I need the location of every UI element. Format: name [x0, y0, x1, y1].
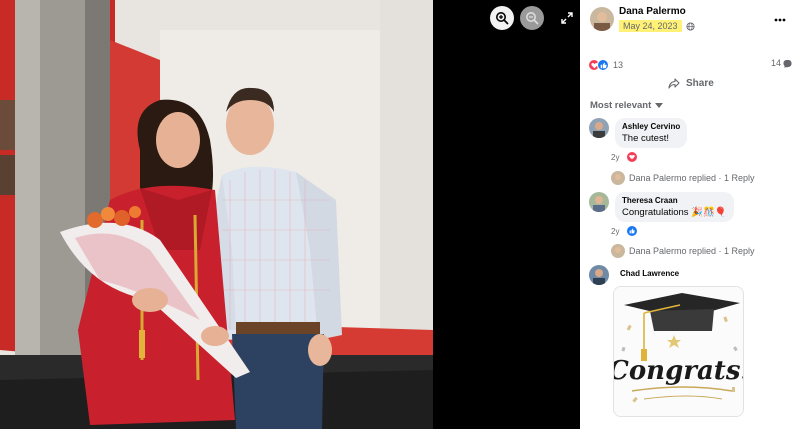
more-options-button[interactable] — [771, 11, 789, 29]
zoom-in-button[interactable] — [490, 6, 514, 30]
commenter-avatar[interactable] — [589, 118, 609, 138]
view-replies-link[interactable]: Dana Palermo replied · 1 Reply — [611, 244, 755, 258]
author-avatar[interactable] — [590, 7, 614, 31]
commenter-avatar-image — [589, 118, 609, 138]
chevron-down-icon — [655, 103, 664, 108]
comment-icon — [783, 59, 792, 68]
viewer-controls — [490, 6, 578, 30]
comment-count-value: 14 — [770, 58, 781, 68]
comment-age[interactable]: 2y — [611, 227, 619, 236]
comment-sort-dropdown[interactable]: Most relevant — [590, 100, 664, 111]
comment-bubble: Theresa Craan Congratulations 🎉🎊🎈 — [615, 192, 734, 222]
zoom-in-icon — [496, 12, 509, 25]
reply-summary: Dana Palermo replied · 1 Reply — [629, 246, 755, 256]
fullscreen-icon — [561, 12, 573, 24]
share-label: Share — [686, 78, 714, 89]
post-photo[interactable] — [0, 0, 433, 429]
post-details-panel: Dana Palermo May 24, 2023 13 14 Share Mo… — [580, 0, 800, 429]
post-author-name[interactable]: Dana Palermo — [619, 6, 686, 17]
zoom-out-button[interactable] — [520, 6, 544, 30]
replier-avatar — [611, 244, 625, 258]
reaction-summary[interactable]: 13 14 — [588, 58, 794, 72]
reaction-count: 13 — [613, 60, 624, 70]
photo-viewer — [0, 0, 580, 429]
sticker-text: Congrats! — [614, 356, 744, 386]
commenter-avatar-image — [589, 192, 609, 212]
post-date[interactable]: May 24, 2023 — [619, 20, 682, 32]
commenter-avatar-image — [589, 265, 609, 285]
globe-icon — [685, 21, 695, 31]
sort-label: Most relevant — [590, 100, 652, 111]
view-replies-link[interactable]: Dana Palermo replied · 1 Reply — [611, 171, 755, 185]
comment-meta: 2y — [611, 226, 638, 236]
commenter-name[interactable]: Theresa Craan — [622, 196, 727, 205]
author-avatar-image — [590, 7, 614, 31]
comment-text: The cutest! — [622, 133, 669, 144]
post-meta: May 24, 2023 — [619, 20, 695, 32]
graduation-photo-illustration — [0, 0, 433, 429]
zoom-out-icon — [526, 12, 539, 25]
like-reaction-icon[interactable] — [627, 226, 638, 236]
like-reaction-icon — [597, 59, 609, 71]
commenter-name[interactable]: Ashley Cervino — [622, 122, 680, 131]
graduation-cap-sticker-image: Congrats! — [614, 287, 744, 416]
comment-text: Congratulations 🎉🎊🎈 — [622, 207, 727, 218]
love-reaction-icon[interactable] — [627, 152, 638, 162]
commenter-avatar[interactable] — [589, 192, 609, 212]
share-icon — [668, 78, 680, 89]
replier-avatar — [611, 171, 625, 185]
comment-age[interactable]: 2y — [611, 153, 619, 162]
post-header: Dana Palermo May 24, 2023 — [590, 5, 795, 35]
commenter-avatar[interactable] — [589, 265, 609, 285]
comment-bubble: Ashley Cervino The cutest! — [615, 118, 688, 148]
fullscreen-button[interactable] — [556, 7, 578, 29]
commenter-name[interactable]: Chad Lawrence — [620, 269, 679, 278]
comment-count[interactable]: 14 — [771, 58, 792, 68]
share-button[interactable]: Share — [668, 78, 714, 89]
congrats-sticker[interactable]: Congrats! — [613, 286, 744, 417]
reply-summary: Dana Palermo replied · 1 Reply — [629, 173, 755, 183]
more-icon — [774, 18, 786, 22]
comment-meta: 2y — [611, 152, 638, 162]
